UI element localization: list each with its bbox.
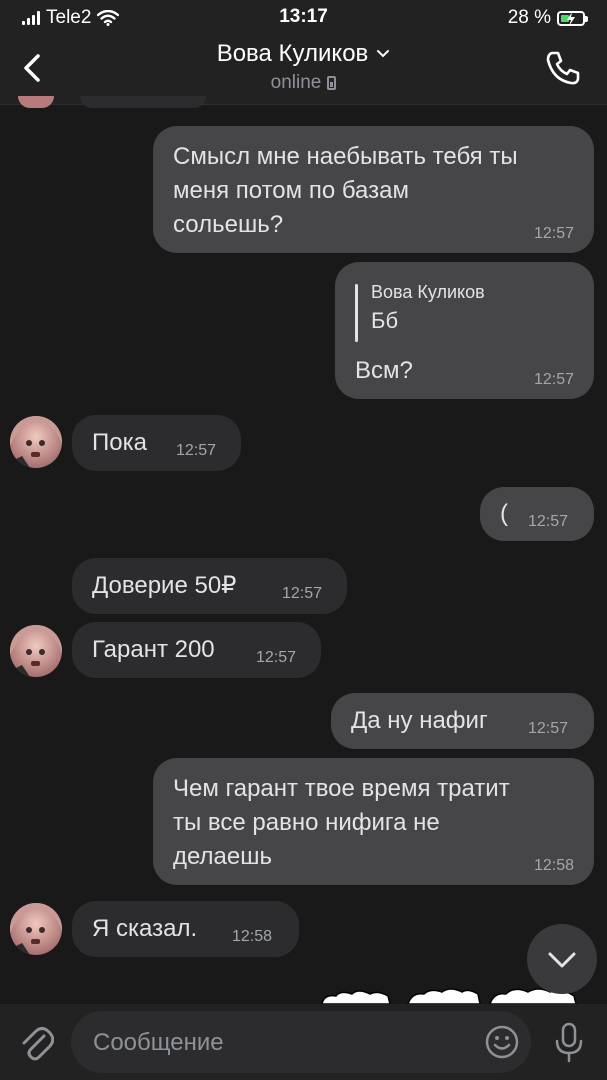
message-text: Да ну нафиг (351, 707, 488, 734)
chat-header: Вова Куликов online (0, 34, 607, 105)
message-incoming[interactable]: Доверие 50₽ 12:57 (72, 558, 347, 614)
phone-call-icon[interactable] (543, 48, 583, 88)
message-time: 12:57 (533, 371, 574, 388)
message-incoming[interactable]: Я сказал. 12:58 (72, 901, 299, 957)
message-field (71, 1011, 531, 1075)
contact-name: Вова Куликов (216, 40, 369, 67)
message-text: Смысл мне наебывать тебя ты меня потом п… (173, 143, 518, 238)
partial-bubble (80, 96, 206, 108)
message-outgoing[interactable]: ( 12:57 (480, 487, 594, 541)
contact-avatar[interactable] (10, 903, 62, 955)
reply-text: Бб (371, 308, 399, 333)
message-text: Доверие 50₽ (92, 572, 237, 599)
message-time: 12:57 (533, 225, 574, 242)
message-text: Гарант 200 (92, 636, 215, 663)
message-time: 12:57 (528, 720, 569, 737)
message-outgoing[interactable]: Смысл мне наебывать тебя ты меня потом п… (153, 126, 594, 253)
message-text: Чем гарант твое время тратит ты все равн… (173, 775, 510, 870)
microphone-icon[interactable] (552, 1022, 586, 1064)
emoji-icon[interactable] (485, 1025, 519, 1059)
message-input-bar (0, 1004, 607, 1080)
message-time: 12:57 (176, 442, 217, 459)
message-time: 12:57 (282, 585, 323, 602)
message-input[interactable] (91, 1011, 475, 1075)
battery-icon (557, 10, 588, 26)
chat-title[interactable]: Вова Куликов online (0, 40, 607, 94)
message-time: 12:58 (232, 928, 273, 945)
chevron-down-icon (377, 50, 390, 58)
mobile-device-icon (327, 76, 337, 90)
paperclip-icon[interactable] (18, 1022, 54, 1062)
chevron-down-icon (548, 952, 576, 968)
status-right: 28 % (507, 7, 588, 29)
message-text: Пока (92, 429, 147, 456)
reply-quote-bar (355, 284, 358, 342)
message-text: ( (500, 500, 508, 527)
contact-avatar[interactable] (10, 625, 62, 677)
message-text: Я сказал. (92, 915, 198, 942)
status-bar: Tele2 13:17 28 % (0, 0, 607, 34)
message-incoming[interactable]: Гарант 200 12:57 (72, 622, 321, 678)
partial-avatar (18, 96, 54, 108)
message-outgoing[interactable]: Чем гарант твое время тратит ты все равн… (153, 758, 594, 885)
message-outgoing[interactable]: Да ну нафиг 12:57 (331, 693, 594, 749)
scroll-down-button[interactable] (527, 924, 597, 994)
message-time: 12:57 (256, 649, 297, 666)
message-outgoing-reply[interactable]: Вова Куликов Бб Всм? 12:57 (335, 262, 594, 399)
battery-percent: 28 % (507, 7, 551, 28)
contact-status: online (270, 72, 322, 93)
message-incoming[interactable]: Пока 12:57 (72, 415, 241, 471)
message-time: 12:58 (533, 857, 574, 874)
contact-avatar[interactable] (10, 416, 62, 468)
message-text: Всм? (355, 357, 413, 384)
message-time: 12:57 (528, 513, 569, 530)
reply-author: Вова Куликов (371, 282, 485, 302)
